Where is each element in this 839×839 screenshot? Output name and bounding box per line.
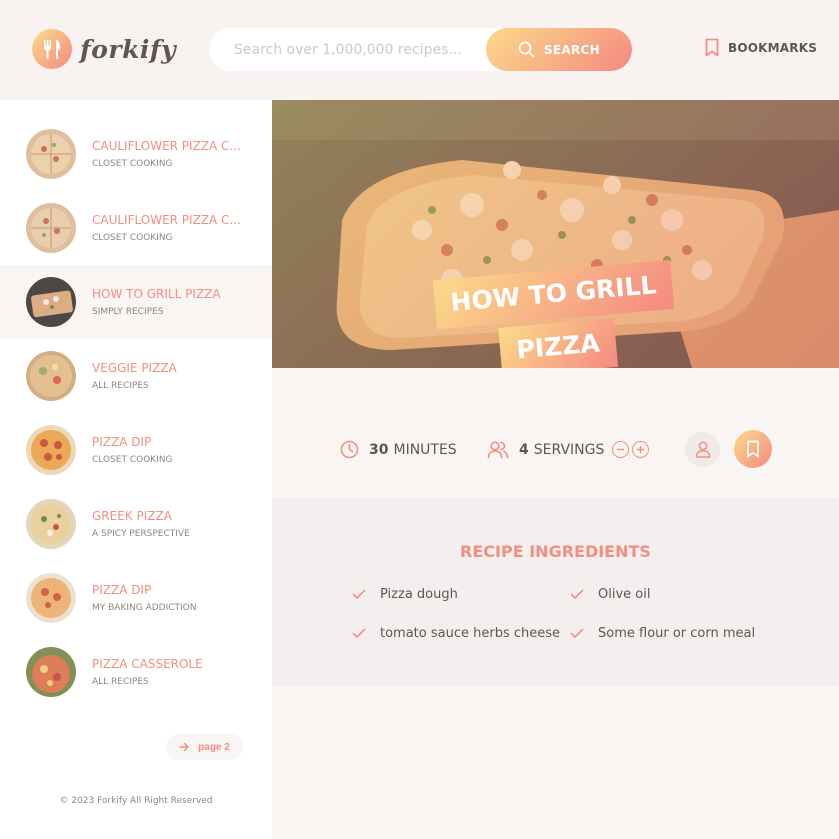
minus-circle-icon bbox=[617, 448, 624, 451]
recipe-view: HOW TO GRILL PIZZA 30 MINUTES 4 SERVINGS bbox=[272, 100, 839, 839]
servings-value: 4 bbox=[519, 441, 529, 458]
user-icon bbox=[695, 441, 710, 458]
result-publisher: SIMPLY RECIPES bbox=[92, 307, 164, 317]
decrease-servings-button[interactable] bbox=[612, 441, 629, 458]
result-item-active[interactable]: HOW TO GRILL PIZZA SIMPLY RECIPES bbox=[0, 265, 272, 339]
next-page-button[interactable]: page 2 bbox=[166, 734, 243, 760]
check-icon bbox=[352, 589, 366, 599]
result-title: HOW TO GRILL PIZZA bbox=[92, 287, 221, 301]
recipe-thumbnail bbox=[26, 277, 76, 327]
minutes-value: 30 bbox=[369, 441, 389, 458]
recipe-thumbnail bbox=[26, 425, 76, 475]
result-item[interactable]: VEGGIE PIZZA ALL RECIPES bbox=[0, 339, 272, 413]
result-title: PIZZA CASSEROLE bbox=[92, 657, 203, 671]
result-item[interactable]: GREEK PIZZA A SPICY PERSPECTIVE bbox=[0, 487, 272, 561]
recipe-thumbnail bbox=[26, 647, 76, 697]
result-publisher: CLOSET COOKING bbox=[92, 159, 173, 169]
result-publisher: A SPICY PERSPECTIVE bbox=[92, 529, 190, 539]
search-input[interactable] bbox=[209, 28, 499, 71]
bookmark-icon bbox=[705, 38, 719, 57]
increase-servings-button[interactable] bbox=[632, 441, 649, 458]
ingredient-item: Olive oil bbox=[570, 587, 650, 602]
logo[interactable]: forkify bbox=[32, 29, 176, 69]
recipe-thumbnail bbox=[26, 573, 76, 623]
result-publisher: ALL RECIPES bbox=[92, 677, 149, 687]
recipe-thumbnail bbox=[26, 351, 76, 401]
ingredient-text: Pizza dough bbox=[380, 587, 458, 602]
users-icon bbox=[487, 441, 509, 459]
bookmarks-button[interactable]: BOOKMARKS bbox=[704, 38, 817, 57]
result-publisher: CLOSET COOKING bbox=[92, 455, 173, 465]
servings-label: SERVINGS bbox=[533, 441, 605, 458]
ingredient-text: Olive oil bbox=[598, 587, 651, 602]
next-page-label: page 2 bbox=[198, 741, 230, 753]
search-results: CAULIFLOWER PIZZA C... CLOSET COOKING CA… bbox=[0, 100, 272, 839]
recipe-thumbnail bbox=[26, 499, 76, 549]
result-publisher: MY BAKING ADDICTION bbox=[92, 603, 197, 613]
ingredient-text: tomato sauce herbs cheese bbox=[380, 626, 561, 641]
servings: 4 SERVINGS bbox=[487, 440, 604, 459]
result-item[interactable]: PIZZA DIP CLOSET COOKING bbox=[0, 413, 272, 487]
search-icon bbox=[518, 41, 535, 58]
bookmarks-label: BOOKMARKS bbox=[728, 40, 818, 55]
arrow-right-icon bbox=[179, 742, 189, 752]
check-icon bbox=[570, 628, 584, 638]
recipe-details: 30 MINUTES 4 SERVINGS bbox=[272, 368, 839, 498]
copyright: © 2023 Forkify All Right Reserved bbox=[59, 796, 213, 806]
result-title: CAULIFLOWER PIZZA C... bbox=[92, 139, 241, 153]
check-icon bbox=[570, 589, 584, 599]
recipe-thumbnail bbox=[26, 129, 76, 179]
search-button-label: SEARCH bbox=[543, 42, 601, 57]
fork-knife-icon bbox=[32, 29, 72, 69]
ingredient-item: Pizza dough bbox=[352, 587, 458, 602]
bookmark-icon bbox=[747, 440, 759, 458]
ingredients-heading: RECIPE INGREDIENTS bbox=[460, 542, 651, 561]
recipe-title: HOW TO GRILL PIZZA bbox=[432, 259, 680, 386]
result-title: PIZZA DIP bbox=[92, 435, 152, 449]
logo-text: forkify bbox=[80, 34, 177, 64]
result-item[interactable]: CAULIFLOWER PIZZA C... CLOSET COOKING bbox=[0, 191, 272, 265]
result-publisher: ALL RECIPES bbox=[92, 381, 149, 391]
servings-controls bbox=[612, 441, 649, 458]
plus-circle-icon bbox=[637, 446, 644, 453]
result-item[interactable]: CAULIFLOWER PIZZA C... CLOSET COOKING bbox=[0, 117, 272, 191]
user-generated-badge bbox=[685, 432, 720, 467]
header: forkify SEARCH BOOKMARKS bbox=[0, 0, 839, 100]
result-title: GREEK PIZZA bbox=[92, 509, 172, 523]
recipe-thumbnail bbox=[26, 203, 76, 253]
result-title: PIZZA DIP bbox=[92, 583, 152, 597]
result-item[interactable]: PIZZA DIP MY BAKING ADDICTION bbox=[0, 561, 272, 635]
bookmark-recipe-button[interactable] bbox=[734, 430, 772, 468]
result-item[interactable]: PIZZA CASSEROLE ALL RECIPES bbox=[0, 635, 272, 709]
result-title: VEGGIE PIZZA bbox=[92, 361, 177, 375]
result-publisher: CLOSET COOKING bbox=[92, 233, 173, 243]
ingredient-text: Some flour or corn meal bbox=[598, 626, 756, 641]
ingredient-item: Some flour or corn meal bbox=[570, 626, 755, 641]
minutes-label: MINUTES bbox=[393, 441, 457, 458]
recipe-ingredients: RECIPE INGREDIENTS Pizza dough Olive oil… bbox=[272, 498, 839, 686]
cooking-time: 30 MINUTES bbox=[340, 440, 457, 459]
search-button[interactable]: SEARCH bbox=[486, 28, 632, 71]
search-form: SEARCH bbox=[209, 28, 632, 71]
clock-icon bbox=[340, 440, 359, 459]
result-title: CAULIFLOWER PIZZA C... bbox=[92, 213, 241, 227]
check-icon bbox=[352, 628, 366, 638]
ingredient-item: tomato sauce herbs cheese bbox=[352, 626, 560, 641]
